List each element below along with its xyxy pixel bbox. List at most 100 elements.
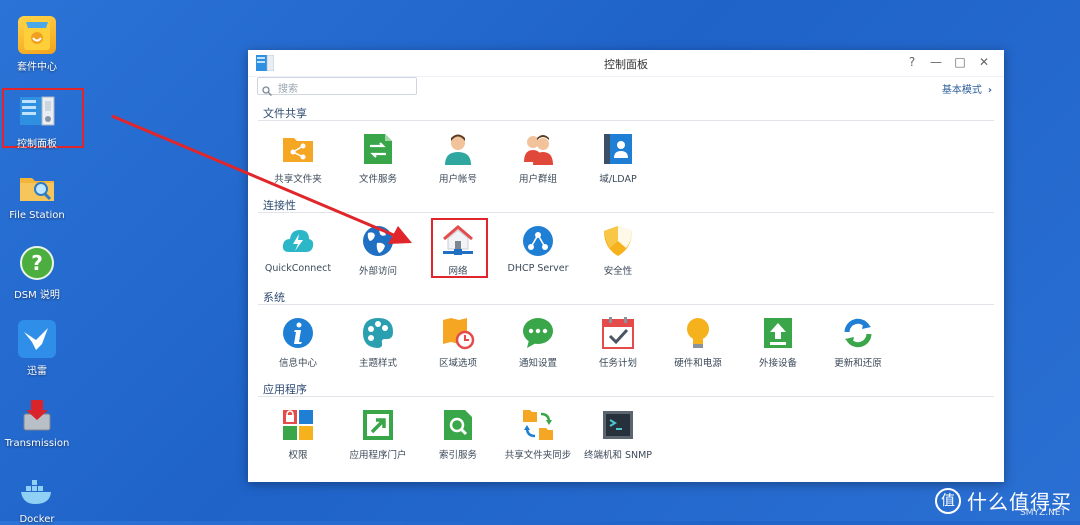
- tile-label: 共享文件夹: [274, 174, 322, 185]
- tile-external-access[interactable]: 外部访问: [338, 224, 418, 277]
- tile-user-account[interactable]: 用户帐号: [418, 132, 498, 185]
- tile-application-portal[interactable]: 应用程序门户: [338, 408, 418, 461]
- transmission-icon: [18, 396, 56, 434]
- control-panel-icon: [18, 93, 56, 131]
- tile-label: 应用程序门户: [349, 450, 407, 461]
- index-search-icon: [441, 408, 475, 442]
- lightbulb-icon: [681, 316, 715, 350]
- desktop-icon-label: File Station: [9, 210, 65, 221]
- tile-label: 权限: [288, 450, 308, 461]
- upload-device-icon: [761, 316, 795, 350]
- section-title-file-sharing: 文件共享: [263, 107, 307, 120]
- close-button[interactable]: ✕: [976, 54, 992, 70]
- tile-info-center[interactable]: 信息中心: [258, 316, 338, 369]
- tile-label: 终端机和 SNMP: [583, 450, 653, 461]
- tile-theme[interactable]: 主题样式: [338, 316, 418, 369]
- dhcp-icon: [521, 224, 555, 258]
- tile-label: 更新和还原: [834, 358, 882, 369]
- desktop-icon-control-panel[interactable]: 控制面板: [0, 93, 74, 150]
- section-title-applications: 应用程序: [263, 383, 307, 396]
- desktop-icon-label: 控制面板: [17, 139, 57, 150]
- tile-quickconnect[interactable]: QuickConnect: [258, 224, 338, 274]
- tile-label: 索引服务: [438, 450, 477, 461]
- tile-privileges[interactable]: 权限: [258, 408, 338, 461]
- tile-label: 外接设备: [758, 358, 797, 369]
- info-icon: [281, 316, 315, 350]
- tile-label: 区域选项: [438, 358, 477, 369]
- tile-notification[interactable]: 通知设置: [498, 316, 578, 369]
- tile-regional-options[interactable]: 区域选项: [418, 316, 498, 369]
- cloud-bolt-icon: [281, 224, 315, 258]
- section-divider: [258, 304, 994, 305]
- section-divider: [258, 212, 994, 213]
- control-panel-window: 控制面板 ? — □ ✕ 搜索 基本模式 › 文件共享 共享文件夹 文件服务 用户…: [248, 50, 1004, 482]
- tile-label: 硬件和电源: [674, 358, 722, 369]
- package-center-icon: [18, 16, 56, 54]
- tile-hardware-power[interactable]: 硬件和电源: [658, 316, 738, 369]
- desktop-icon-label: DSM 说明: [14, 290, 60, 301]
- tile-label: 主题样式: [358, 358, 397, 369]
- tile-shared-folder[interactable]: 共享文件夹: [258, 132, 338, 185]
- privileges-icon: [281, 408, 315, 442]
- palette-icon: [361, 316, 395, 350]
- search-icon: [262, 81, 272, 96]
- tile-user-group[interactable]: 用户群组: [498, 132, 578, 185]
- tile-label: 通知设置: [518, 358, 557, 369]
- tile-indexing-service[interactable]: 索引服务: [418, 408, 498, 461]
- domain-ldap-icon: [601, 132, 635, 166]
- help-icon: ?: [18, 244, 56, 282]
- tile-label: DHCP Server: [507, 263, 569, 274]
- maximize-button[interactable]: □: [952, 54, 968, 70]
- section-divider: [258, 120, 994, 121]
- bird-icon: [18, 320, 56, 358]
- section-title-system: 系统: [263, 291, 285, 304]
- desktop-icon-thunder[interactable]: 迅雷: [0, 320, 74, 377]
- window-titlebar[interactable]: 控制面板 ? — □ ✕: [248, 50, 1004, 77]
- calendar-check-icon: [601, 316, 635, 350]
- network-highlight-box: [431, 218, 488, 278]
- tile-dhcp-server[interactable]: DHCP Server: [498, 224, 578, 274]
- tile-label: 域/LDAP: [599, 174, 637, 185]
- watermark-badge: 值: [935, 487, 961, 514]
- shield-icon: [601, 224, 635, 258]
- user-group-icon: [521, 132, 555, 166]
- tile-security[interactable]: 安全性: [578, 224, 658, 277]
- user-icon: [441, 132, 475, 166]
- desktop-icon-docker[interactable]: Docker: [0, 472, 74, 525]
- tile-label: 外部访问: [358, 266, 397, 277]
- desktop-icon-package-center[interactable]: 套件中心: [0, 16, 74, 73]
- globe-icon: [361, 224, 395, 258]
- refresh-icon: [841, 316, 875, 350]
- search-input[interactable]: 搜索: [257, 77, 417, 96]
- tile-label: 共享文件夹同步: [504, 450, 572, 461]
- tile-label: 任务计划: [598, 358, 637, 369]
- tile-label: QuickConnect: [264, 263, 332, 274]
- basic-mode-label: 基本模式: [941, 85, 982, 96]
- portal-arrow-icon: [361, 408, 395, 442]
- desktop-icon-file-station[interactable]: File Station: [0, 168, 74, 221]
- tile-external-devices[interactable]: 外接设备: [738, 316, 818, 369]
- desktop-icon-label: Docker: [19, 514, 55, 525]
- section-divider: [258, 396, 994, 397]
- tile-label: 用户帐号: [438, 174, 477, 185]
- tile-label: 用户群组: [518, 174, 557, 185]
- folder-search-icon: [18, 168, 56, 206]
- tile-domain-ldap[interactable]: 域/LDAP: [578, 132, 658, 185]
- minimize-button[interactable]: —: [928, 54, 944, 70]
- shared-folder-icon: [281, 132, 315, 166]
- basic-mode-link[interactable]: 基本模式 ›: [942, 81, 992, 96]
- watermark: 值 什么值得买 SMYZ.NET: [935, 486, 1072, 518]
- tile-task-scheduler[interactable]: 任务计划: [578, 316, 658, 369]
- chevron-right-icon: ›: [987, 85, 992, 96]
- tile-update-restore[interactable]: 更新和还原: [818, 316, 898, 369]
- desktop-icon-transmission[interactable]: Transmission: [0, 396, 74, 449]
- folder-sync-icon: [521, 408, 555, 442]
- desktop-icon-dsm-help[interactable]: ? DSM 说明: [0, 244, 74, 301]
- tile-file-services[interactable]: 文件服务: [338, 132, 418, 185]
- desktop-icon-label: 迅雷: [27, 366, 47, 377]
- tile-terminal-snmp[interactable]: 终端机和 SNMP: [578, 408, 658, 461]
- help-button[interactable]: ?: [904, 54, 920, 70]
- section-title-connectivity: 连接性: [263, 199, 296, 212]
- map-clock-icon: [441, 316, 475, 350]
- tile-shared-folder-sync[interactable]: 共享文件夹同步: [498, 408, 578, 461]
